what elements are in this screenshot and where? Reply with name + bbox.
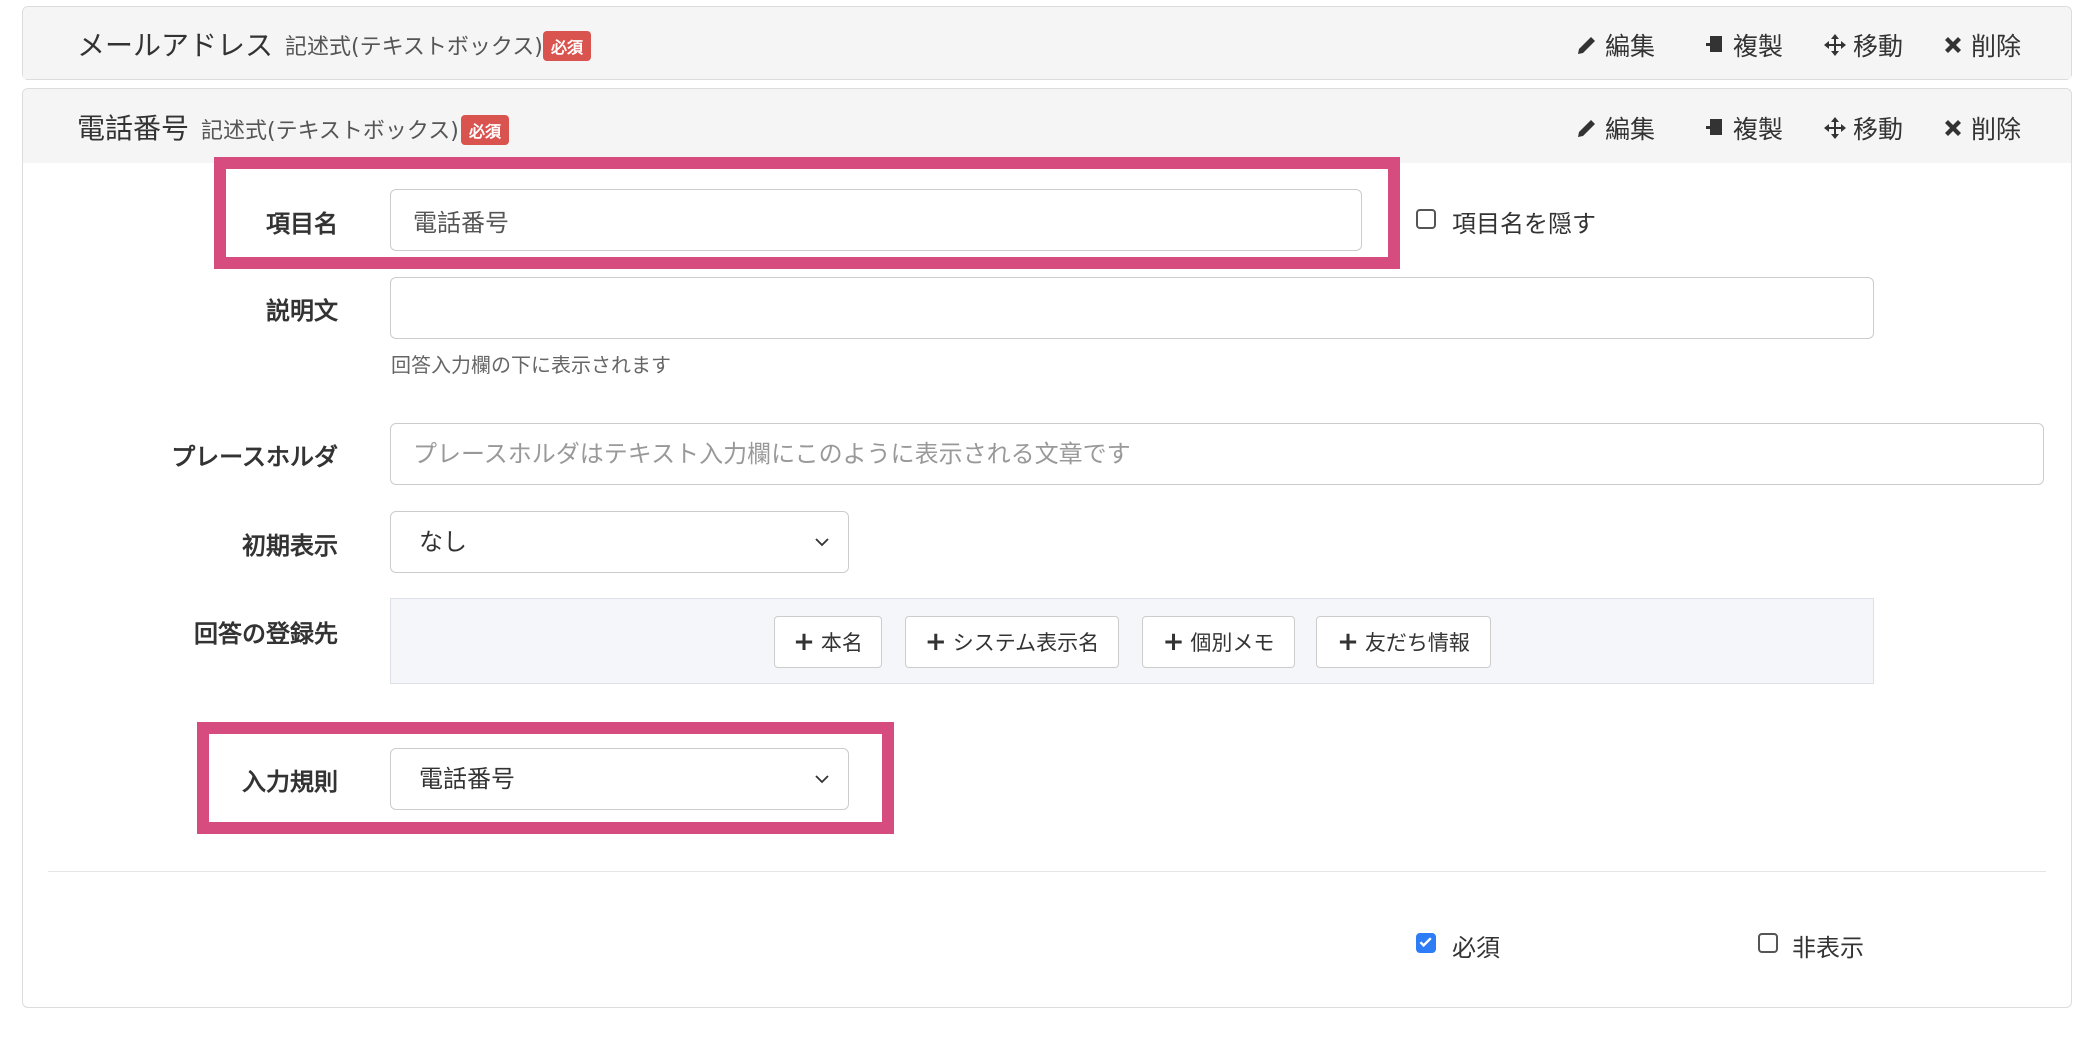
move-label: 移動	[1853, 115, 1904, 144]
move-button[interactable]: 移動	[1823, 110, 1903, 146]
divider	[48, 871, 2046, 872]
move-label: 移動	[1853, 32, 1904, 61]
delete-button[interactable]: 削除	[1941, 27, 2021, 63]
copy-button[interactable]: 複製	[1703, 110, 1783, 146]
add-system-name-button[interactable]: + システム表示名	[905, 616, 1119, 668]
copy-icon	[1706, 119, 1722, 135]
close-icon	[1945, 37, 1961, 53]
field-panel-email: メールアドレス 記述式(テキストボックス) 必須 編集 複製 移動 削除	[22, 6, 2072, 80]
field-title: メールアドレス	[77, 29, 274, 62]
hidden-label: 非表示	[1792, 934, 1864, 962]
copy-label: 複製	[1733, 115, 1784, 144]
initial-display-label: 初期表示	[242, 532, 338, 560]
add-real-name-button[interactable]: + 本名	[774, 616, 882, 668]
add-system-name-label: システム表示名	[952, 631, 1100, 655]
field-title: 電話番号	[77, 112, 190, 145]
required-badge: 必須	[543, 31, 592, 61]
field-header-phone: 電話番号 記述式(テキストボックス) 必須 編集 複製 移動 削除	[23, 89, 2071, 163]
required-label: 必須	[1452, 934, 1500, 962]
pencil-icon	[1578, 120, 1595, 137]
plus-icon: +	[1337, 627, 1359, 657]
move-icon	[1824, 117, 1846, 139]
close-icon	[1945, 120, 1961, 136]
add-real-name-label: 本名	[820, 631, 863, 655]
add-memo-button[interactable]: + 個別メモ	[1142, 616, 1295, 668]
plus-icon: +	[1162, 627, 1185, 657]
description-label: 説明文	[266, 297, 338, 325]
pencil-icon	[1578, 37, 1595, 54]
input-rule-value: 電話番号	[419, 765, 515, 793]
field-header-email: メールアドレス 記述式(テキストボックス) 必須 編集 複製 移動 削除	[23, 7, 2071, 79]
check-icon	[1419, 937, 1432, 948]
edit-label: 編集	[1605, 115, 1656, 144]
input-rule-select[interactable]: 電話番号	[390, 748, 849, 810]
plus-icon: +	[924, 627, 947, 657]
field-type-label: 記述式(テキストボックス)	[201, 119, 459, 144]
add-memo-label: 個別メモ	[1190, 631, 1275, 655]
add-friend-info-button[interactable]: + 友だち情報	[1316, 616, 1491, 668]
item-name-input[interactable]	[390, 189, 1362, 251]
edit-button[interactable]: 編集	[1575, 27, 1655, 63]
item-name-label: 項目名	[266, 210, 338, 238]
field-type-label: 記述式(テキストボックス)	[285, 35, 543, 60]
destination-label: 回答の登録先	[194, 620, 338, 648]
copy-label: 複製	[1733, 32, 1784, 61]
initial-display-select[interactable]: なし	[390, 511, 849, 573]
add-friend-info-label: 友だち情報	[1364, 631, 1470, 655]
chevron-down-icon	[815, 775, 829, 784]
chevron-down-icon	[815, 538, 829, 547]
input-rule-label: 入力規則	[242, 768, 338, 796]
delete-button[interactable]: 削除	[1941, 110, 2021, 146]
move-button[interactable]: 移動	[1823, 27, 1903, 63]
required-badge: 必須	[461, 115, 510, 145]
hide-name-checkbox[interactable]	[1416, 209, 1436, 229]
delete-label: 削除	[1971, 32, 2022, 61]
plus-icon: +	[793, 627, 815, 657]
move-icon	[1824, 34, 1846, 56]
destination-box	[390, 598, 1874, 684]
copy-button[interactable]: 複製	[1703, 27, 1783, 63]
copy-icon	[1706, 36, 1722, 52]
required-checkbox[interactable]	[1416, 933, 1436, 953]
placeholder-input[interactable]	[390, 423, 2044, 485]
hidden-checkbox[interactable]	[1758, 933, 1778, 953]
hide-name-label: 項目名を隠す	[1452, 210, 1596, 238]
description-help: 回答入力欄の下に表示されます	[391, 353, 671, 377]
delete-label: 削除	[1971, 115, 2022, 144]
description-input[interactable]	[390, 277, 1874, 339]
edit-label: 編集	[1605, 32, 1656, 61]
initial-display-value: なし	[419, 528, 467, 556]
placeholder-label: プレースホルダ	[171, 443, 338, 471]
edit-button[interactable]: 編集	[1575, 110, 1655, 146]
